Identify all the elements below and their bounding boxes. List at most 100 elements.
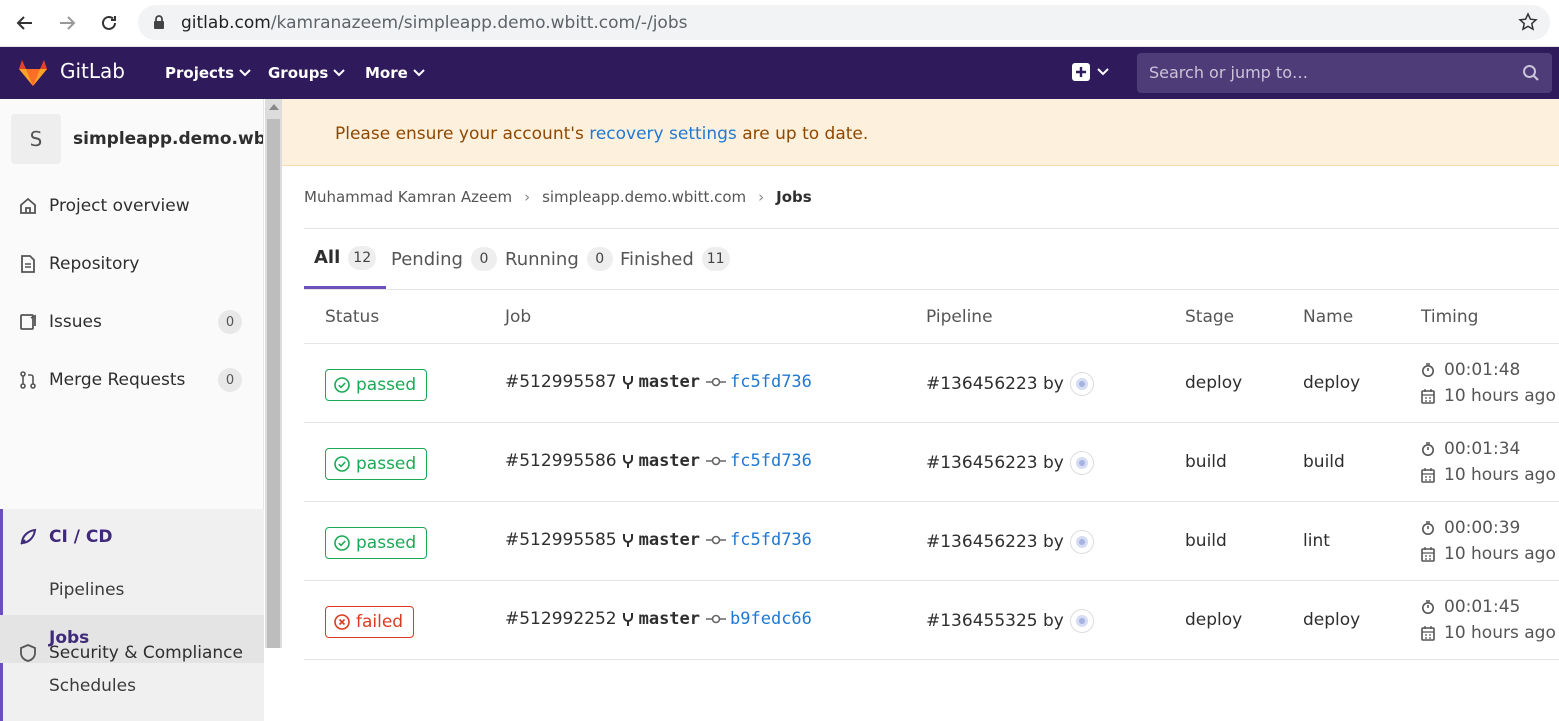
- pipeline-id-link[interactable]: #136456223 by: [926, 374, 1064, 394]
- tab-label: Pending: [391, 248, 463, 270]
- alert-text-after: are up to date.: [736, 124, 869, 144]
- status-badge-passed[interactable]: passed: [325, 369, 428, 401]
- avatar[interactable]: [1069, 609, 1094, 633]
- alert-text: Please ensure your account's recovery se…: [335, 124, 868, 144]
- lock-icon: [154, 15, 164, 29]
- finished-ago: 10 hours ago: [1421, 623, 1556, 643]
- tab-all[interactable]: All 12: [304, 229, 387, 289]
- breadcrumb: Muhammad Kamran Azeem › simpleapp.demo.w…: [304, 188, 812, 206]
- reload-icon[interactable]: [94, 8, 124, 38]
- branch-name[interactable]: master: [639, 530, 700, 550]
- check-circle-icon: [334, 456, 350, 472]
- duration-value: 00:01:48: [1444, 360, 1521, 380]
- address-bar[interactable]: gitlab.com/kamranazeem/simpleapp.demo.wb…: [138, 5, 1550, 40]
- scrollbar-thumb[interactable]: [267, 119, 280, 648]
- tab-label: Running: [505, 248, 579, 270]
- job-id-link[interactable]: #512995586: [505, 451, 617, 471]
- merge-request-icon: [20, 371, 36, 389]
- projects-menu[interactable]: Projects: [165, 64, 251, 82]
- sidebar-item-merge-requests[interactable]: Merge Requests 0: [0, 356, 264, 406]
- status-badge-passed[interactable]: passed: [325, 527, 428, 559]
- job-id-link[interactable]: #512995585: [505, 530, 617, 550]
- sidebar-item-label: Repository: [49, 254, 140, 274]
- sidebar-item-project-overview[interactable]: Project overview: [0, 182, 264, 232]
- browser-toolbar: gitlab.com/kamranazeem/simpleapp.demo.wb…: [0, 0, 1559, 47]
- recovery-settings-alert: Please ensure your account's recovery se…: [282, 99, 1559, 166]
- status-badge-passed[interactable]: passed: [325, 448, 428, 480]
- sidebar-subitem-pipelines[interactable]: Pipelines: [0, 567, 264, 615]
- branch-name[interactable]: master: [639, 451, 700, 471]
- pipeline-id-link[interactable]: #136456223 by: [926, 532, 1064, 552]
- new-item-dropdown[interactable]: [1072, 63, 1109, 81]
- tab-running[interactable]: Running 0: [505, 229, 613, 289]
- project-sidebar: S simpleapp.demo.wbi... Project overview…: [0, 99, 264, 721]
- pipeline-id-link[interactable]: #136455325 by: [926, 611, 1064, 631]
- search-input[interactable]: Search or jump to…: [1137, 53, 1552, 93]
- finished-ago-value: 10 hours ago: [1444, 386, 1556, 406]
- pipeline-cell: #136456223 by: [926, 372, 1094, 396]
- groups-menu[interactable]: Groups: [268, 64, 346, 82]
- search-placeholder: Search or jump to…: [1149, 63, 1308, 82]
- job-id-link[interactable]: #512995587: [505, 372, 617, 392]
- sidebar-item-security-compliance[interactable]: Security & Compliance: [0, 629, 264, 679]
- breadcrumb-user-link[interactable]: Muhammad Kamran Azeem: [304, 188, 512, 206]
- duration: 00:00:39: [1421, 518, 1520, 538]
- forward-arrow-icon[interactable]: [52, 8, 82, 38]
- column-header-job: Job: [505, 307, 532, 327]
- tab-pending[interactable]: Pending 0: [391, 229, 497, 289]
- table-header: Status Job Pipeline Stage Name Timing: [304, 291, 1559, 344]
- finished-ago-value: 10 hours ago: [1444, 465, 1556, 485]
- sidebar-item-label: Project overview: [49, 196, 190, 216]
- finished-ago-value: 10 hours ago: [1444, 623, 1556, 643]
- gitlab-logo-icon[interactable]: [17, 57, 49, 87]
- bookmark-star-icon[interactable]: [1518, 12, 1538, 32]
- recovery-settings-link[interactable]: recovery settings: [589, 124, 737, 144]
- back-arrow-icon[interactable]: [10, 8, 40, 38]
- name-cell: deploy: [1303, 373, 1361, 393]
- sidebar-item-label: Security & Compliance: [49, 643, 243, 663]
- sidebar-cicd-group: CI / CD Pipelines Jobs Schedules: [0, 509, 264, 721]
- duration: 00:01:45: [1421, 597, 1520, 617]
- breadcrumb-project-link[interactable]: simpleapp.demo.wbitt.com: [542, 188, 746, 206]
- status-badge-failed[interactable]: failed: [325, 606, 415, 638]
- url-path: /kamranazeem/simpleapp.demo.wbitt.com/-/…: [270, 13, 688, 33]
- branch-name[interactable]: master: [639, 372, 700, 392]
- sidebar-item-issues[interactable]: Issues 0: [0, 298, 264, 348]
- finished-ago: 10 hours ago: [1421, 386, 1556, 406]
- commit-sha-link[interactable]: fc5fd736: [730, 530, 812, 550]
- project-avatar[interactable]: S: [11, 114, 61, 164]
- avatar[interactable]: [1069, 530, 1094, 554]
- breadcrumb-current[interactable]: Jobs: [776, 188, 812, 206]
- branch-name[interactable]: master: [639, 609, 700, 629]
- commit-sha-link[interactable]: b9fedc66: [730, 609, 812, 629]
- brand-name[interactable]: GitLab: [60, 59, 125, 83]
- sidebar-item-repository[interactable]: Repository: [0, 240, 264, 290]
- sidebar-item-ci-cd[interactable]: CI / CD: [0, 513, 264, 563]
- job-cell: #512995585 master fc5fd736: [505, 530, 812, 550]
- more-menu[interactable]: More: [365, 64, 425, 82]
- gitlab-navbar: GitLab Projects Groups More Search or ju…: [0, 47, 1559, 99]
- avatar[interactable]: [1069, 372, 1094, 396]
- tab-finished[interactable]: Finished 11: [620, 229, 730, 289]
- commit-sha-link[interactable]: fc5fd736: [730, 372, 812, 392]
- search-icon: [1523, 65, 1539, 81]
- pipeline-id-link[interactable]: #136456223 by: [926, 453, 1064, 473]
- timer-icon: [1422, 600, 1434, 614]
- branch-icon: [622, 376, 633, 389]
- sidebar-scrollbar[interactable]: [265, 99, 282, 648]
- stage-cell: build: [1185, 452, 1227, 472]
- project-name[interactable]: simpleapp.demo.wbi...: [73, 129, 263, 149]
- tab-label: Finished: [620, 248, 694, 270]
- avatar[interactable]: [1069, 451, 1094, 475]
- name-cell: deploy: [1303, 610, 1361, 630]
- tab-count: 11: [701, 247, 730, 271]
- merge-requests-count-badge: 0: [218, 368, 242, 392]
- duration: 00:01:34: [1421, 439, 1520, 459]
- chevron-down-icon: [1097, 68, 1109, 76]
- scroll-up-arrow-icon[interactable]: [269, 104, 279, 110]
- job-id-link[interactable]: #512992252: [505, 609, 617, 629]
- commit-sha-link[interactable]: fc5fd736: [730, 451, 812, 471]
- calendar-icon: [1421, 389, 1435, 404]
- stage-cell: deploy: [1185, 610, 1243, 630]
- column-header-timing: Timing: [1421, 307, 1479, 327]
